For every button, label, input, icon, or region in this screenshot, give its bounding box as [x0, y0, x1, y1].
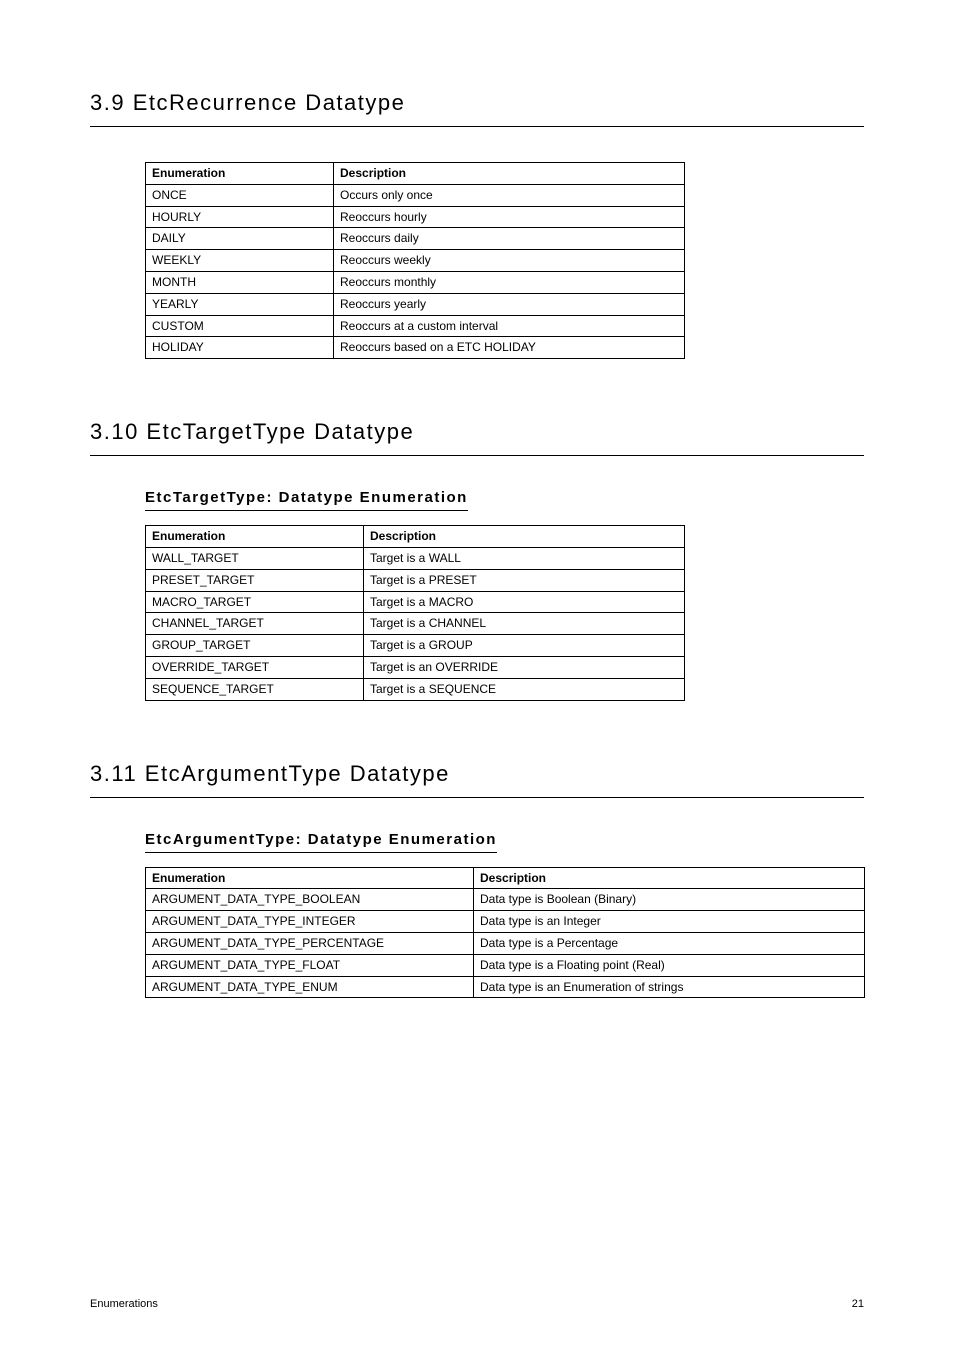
footer-page-number: 21: [852, 1298, 864, 1310]
table-container: Enumeration Description ONCEOccurs only …: [145, 162, 864, 359]
col-header-enum: Enumeration: [146, 163, 334, 185]
cell-enum: DAILY: [146, 228, 334, 250]
table-body: WALL_TARGETTarget is a WALLPRESET_TARGET…: [146, 547, 685, 700]
cell-desc: Target is a GROUP: [364, 635, 685, 657]
section-title: 3.9 EtcRecurrence Datatype: [90, 90, 864, 127]
cell-desc: Occurs only once: [334, 184, 685, 206]
section-3-10: 3.10 EtcTargetType Datatype EtcTargetTyp…: [90, 419, 864, 700]
cell-desc: Target is a WALL: [364, 547, 685, 569]
table-container: Enumeration Description ARGUMENT_DATA_TY…: [145, 867, 864, 999]
table-body: ARGUMENT_DATA_TYPE_BOOLEANData type is B…: [146, 889, 865, 998]
cell-desc: Data type is an Integer: [474, 911, 865, 933]
cell-enum: ARGUMENT_DATA_TYPE_ENUM: [146, 976, 474, 998]
cell-desc: Data type is Boolean (Binary): [474, 889, 865, 911]
table-row: MACRO_TARGETTarget is a MACRO: [146, 591, 685, 613]
col-header-desc: Description: [334, 163, 685, 185]
cell-desc: Reoccurs based on a ETC HOLIDAY: [334, 337, 685, 359]
subtitle-wrap: EtcArgumentType: Datatype Enumeration: [90, 806, 864, 859]
cell-enum: PRESET_TARGET: [146, 569, 364, 591]
section-title: 3.11 EtcArgumentType Datatype: [90, 761, 864, 798]
table-row: MONTHReoccurs monthly: [146, 271, 685, 293]
section-title: 3.10 EtcTargetType Datatype: [90, 419, 864, 456]
cell-desc: Target is a CHANNEL: [364, 613, 685, 635]
target-type-table: Enumeration Description WALL_TARGETTarge…: [145, 525, 685, 700]
table-row: CHANNEL_TARGETTarget is a CHANNEL: [146, 613, 685, 635]
cell-desc: Data type is a Percentage: [474, 932, 865, 954]
cell-desc: Reoccurs hourly: [334, 206, 685, 228]
section-3-9: 3.9 EtcRecurrence Datatype Enumeration D…: [90, 90, 864, 359]
table-row: GROUP_TARGETTarget is a GROUP: [146, 635, 685, 657]
cell-desc: Reoccurs daily: [334, 228, 685, 250]
cell-enum: SEQUENCE_TARGET: [146, 678, 364, 700]
cell-desc: Target is a MACRO: [364, 591, 685, 613]
cell-enum: HOLIDAY: [146, 337, 334, 359]
recurrence-table: Enumeration Description ONCEOccurs only …: [145, 162, 685, 359]
table-row: ARGUMENT_DATA_TYPE_ENUMData type is an E…: [146, 976, 865, 998]
cell-desc: Reoccurs yearly: [334, 293, 685, 315]
page-footer: Enumerations 21: [90, 1298, 864, 1310]
cell-enum: WEEKLY: [146, 250, 334, 272]
col-header-enum: Enumeration: [146, 526, 364, 548]
cell-desc: Data type is a Floating point (Real): [474, 954, 865, 976]
cell-enum: CHANNEL_TARGET: [146, 613, 364, 635]
sub-title: EtcTargetType: Datatype Enumeration: [145, 489, 468, 511]
argument-type-table: Enumeration Description ARGUMENT_DATA_TY…: [145, 867, 865, 999]
table-container: Enumeration Description WALL_TARGETTarge…: [145, 525, 864, 700]
table-row: HOLIDAYReoccurs based on a ETC HOLIDAY: [146, 337, 685, 359]
cell-enum: WALL_TARGET: [146, 547, 364, 569]
cell-desc: Target is a SEQUENCE: [364, 678, 685, 700]
cell-enum: ARGUMENT_DATA_TYPE_PERCENTAGE: [146, 932, 474, 954]
cell-enum: GROUP_TARGET: [146, 635, 364, 657]
table-row: DAILYReoccurs daily: [146, 228, 685, 250]
cell-enum: MACRO_TARGET: [146, 591, 364, 613]
table-row: WEEKLYReoccurs weekly: [146, 250, 685, 272]
cell-enum: ONCE: [146, 184, 334, 206]
table-header-row: Enumeration Description: [146, 526, 685, 548]
table-row: ARGUMENT_DATA_TYPE_INTEGERData type is a…: [146, 911, 865, 933]
cell-enum: MONTH: [146, 271, 334, 293]
table-row: HOURLYReoccurs hourly: [146, 206, 685, 228]
cell-enum: YEARLY: [146, 293, 334, 315]
table-row: PRESET_TARGETTarget is a PRESET: [146, 569, 685, 591]
cell-enum: CUSTOM: [146, 315, 334, 337]
table-row: OVERRIDE_TARGETTarget is an OVERRIDE: [146, 656, 685, 678]
table-row: ARGUMENT_DATA_TYPE_BOOLEANData type is B…: [146, 889, 865, 911]
table-row: YEARLYReoccurs yearly: [146, 293, 685, 315]
table-row: SEQUENCE_TARGETTarget is a SEQUENCE: [146, 678, 685, 700]
cell-desc: Target is a PRESET: [364, 569, 685, 591]
table-row: WALL_TARGETTarget is a WALL: [146, 547, 685, 569]
col-header-enum: Enumeration: [146, 867, 474, 889]
cell-enum: ARGUMENT_DATA_TYPE_FLOAT: [146, 954, 474, 976]
cell-desc: Reoccurs monthly: [334, 271, 685, 293]
cell-enum: ARGUMENT_DATA_TYPE_BOOLEAN: [146, 889, 474, 911]
section-3-11: 3.11 EtcArgumentType Datatype EtcArgumen…: [90, 761, 864, 999]
cell-desc: Reoccurs weekly: [334, 250, 685, 272]
subtitle-wrap: EtcTargetType: Datatype Enumeration: [90, 464, 864, 517]
sub-title: EtcArgumentType: Datatype Enumeration: [145, 831, 497, 853]
table-body: ONCEOccurs only onceHOURLYReoccurs hourl…: [146, 184, 685, 358]
cell-enum: HOURLY: [146, 206, 334, 228]
cell-enum: ARGUMENT_DATA_TYPE_INTEGER: [146, 911, 474, 933]
table-header-row: Enumeration Description: [146, 163, 685, 185]
cell-desc: Reoccurs at a custom interval: [334, 315, 685, 337]
table-row: ARGUMENT_DATA_TYPE_FLOATData type is a F…: [146, 954, 865, 976]
cell-desc: Data type is an Enumeration of strings: [474, 976, 865, 998]
table-header-row: Enumeration Description: [146, 867, 865, 889]
footer-left: Enumerations: [90, 1298, 158, 1310]
col-header-desc: Description: [474, 867, 865, 889]
cell-enum: OVERRIDE_TARGET: [146, 656, 364, 678]
table-row: ARGUMENT_DATA_TYPE_PERCENTAGEData type i…: [146, 932, 865, 954]
table-row: CUSTOMReoccurs at a custom interval: [146, 315, 685, 337]
cell-desc: Target is an OVERRIDE: [364, 656, 685, 678]
table-row: ONCEOccurs only once: [146, 184, 685, 206]
col-header-desc: Description: [364, 526, 685, 548]
